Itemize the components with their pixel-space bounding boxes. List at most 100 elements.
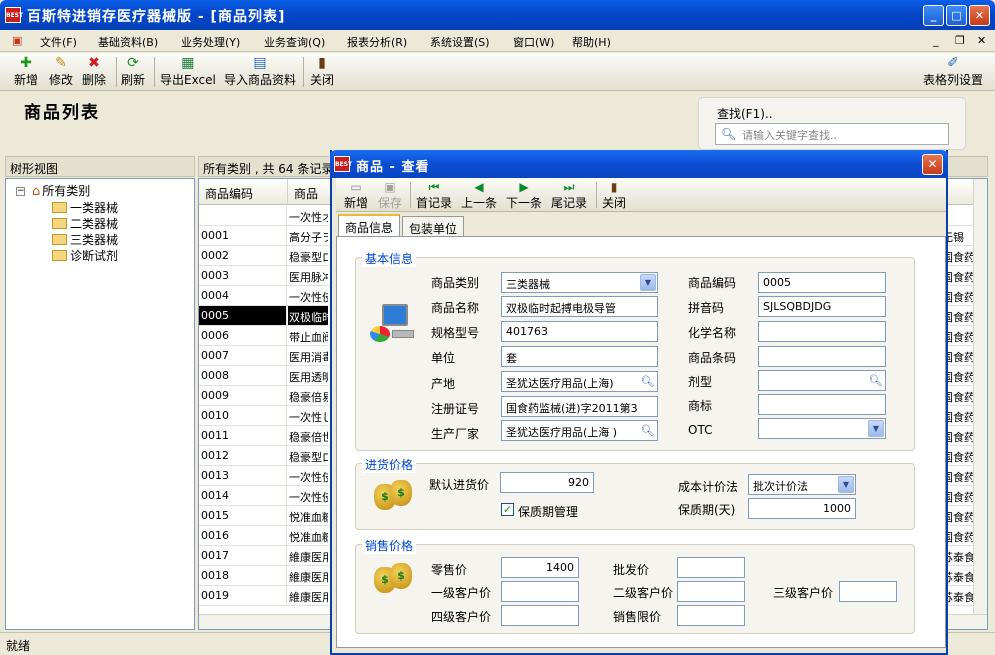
default-purchase-field[interactable]: 920 xyxy=(500,472,594,493)
dialog-new-button[interactable]: ▭ 新增 xyxy=(344,180,368,211)
dialog-close-button[interactable]: ✕ xyxy=(922,154,943,175)
sales-limit-field[interactable] xyxy=(677,605,745,626)
cell-name: 維康医用 xyxy=(289,551,328,564)
menu-settings[interactable]: 系统设置(S) xyxy=(430,34,490,50)
level1-price-field[interactable] xyxy=(501,581,579,602)
tree-root[interactable]: ⌂ 所有类别 xyxy=(32,182,90,199)
last-arrow-icon: ⏭ xyxy=(563,180,575,194)
retail-price-field[interactable]: 1400 xyxy=(501,557,579,578)
origin-label: 产地 xyxy=(431,377,456,391)
money-bag-icon: $ $ xyxy=(374,480,416,518)
tree-expander[interactable]: − xyxy=(16,187,25,196)
category-select[interactable]: 三类器械 ▼ xyxy=(501,272,658,293)
dialog-save-button[interactable]: ▣ 保存 xyxy=(378,180,402,211)
maker-field[interactable]: 圣犹达医疗用品(上海 ) 🔍︎ xyxy=(501,420,658,441)
otc-select[interactable]: ▼ xyxy=(758,418,886,439)
export-excel-button[interactable]: ▦ 导出Excel xyxy=(160,55,216,88)
spec-field[interactable]: 401763 xyxy=(501,321,658,342)
cell-code: 0006 xyxy=(199,326,287,345)
cell-code: 0004 xyxy=(199,286,287,305)
sales-limit-label: 销售限价 xyxy=(613,610,662,624)
shelf-life-checkbox[interactable]: ✓ xyxy=(501,503,514,516)
search-input[interactable]: 请输入关键字查找.. xyxy=(715,123,949,145)
chem-name-field[interactable] xyxy=(758,321,886,342)
tree-item[interactable]: 诊断试剂 xyxy=(52,247,118,264)
tab-product-info[interactable]: 商品信息 xyxy=(338,214,401,237)
reg-number-field[interactable]: 国食药监械(进)字2011第3 xyxy=(501,396,658,417)
maximize-button[interactable]: □ xyxy=(946,5,967,26)
folder-icon xyxy=(52,250,67,261)
new-doc-icon: ▭ xyxy=(350,180,362,194)
mdi-restore-icon[interactable]: ❐ xyxy=(955,34,965,47)
search-panel: 查找(F1).. 请输入关键字查找.. 🔍︎ xyxy=(698,97,966,150)
menu-help[interactable]: 帮助(H) xyxy=(572,34,611,50)
barcode-field[interactable] xyxy=(758,346,886,367)
tree-item[interactable]: 一类器械 xyxy=(52,199,118,216)
dialog-titlebar: BEST 商品 - 查看 ✕ xyxy=(330,150,948,178)
cell-code: 0017 xyxy=(199,546,287,565)
wholesale-price-field[interactable] xyxy=(677,557,745,578)
mdi-close-icon[interactable]: ✕ xyxy=(977,34,986,47)
cell-name: 一次性伎 xyxy=(289,491,328,504)
edit-button[interactable]: ✎ 修改 xyxy=(49,55,73,88)
menu-business[interactable]: 业务处理(Y) xyxy=(181,34,240,50)
lookup-icon[interactable]: 🔍︎ xyxy=(639,373,656,390)
cost-method-label: 成本计价法 xyxy=(678,480,739,494)
tree-item[interactable]: 三类器械 xyxy=(52,231,118,248)
new-button[interactable]: ✚ 新增 xyxy=(14,55,38,88)
close-button[interactable]: ▮ 关闭 xyxy=(310,55,334,88)
tab-packaging-unit[interactable]: 包装单位 xyxy=(402,216,465,237)
form-field[interactable]: 🔍︎ xyxy=(758,370,886,391)
cost-method-select[interactable]: 批次计价法 ▼ xyxy=(748,474,856,495)
close-window-button[interactable]: ✕ xyxy=(969,5,990,26)
cell-name: 一次性オ xyxy=(289,211,328,224)
menu-query[interactable]: 业务查询(Q) xyxy=(264,34,325,50)
next-record-button[interactable]: ▶ 下一条 xyxy=(506,180,542,211)
brand-field[interactable] xyxy=(758,394,886,415)
lookup-icon[interactable]: 🔍︎ xyxy=(639,422,656,439)
vertical-scrollbar[interactable] xyxy=(973,179,987,614)
pinyin-field[interactable]: SJLSQBDJDG xyxy=(758,296,886,317)
folder-icon xyxy=(52,202,67,213)
cell-name: 带止血阀 xyxy=(289,331,328,344)
mdi-minimize-icon[interactable]: _ xyxy=(933,34,939,47)
category-label: 商品类别 xyxy=(431,276,480,290)
lookup-icon[interactable]: 🔍︎ xyxy=(867,372,884,389)
menu-basic-data[interactable]: 基础资料(B) xyxy=(98,34,158,50)
level2-price-field[interactable] xyxy=(677,581,745,602)
prev-record-button[interactable]: ◀ 上一条 xyxy=(461,180,497,211)
unit-field[interactable]: 套 xyxy=(501,346,658,367)
origin-field[interactable]: 圣犹达医疗用品(上海) 🔍︎ xyxy=(501,371,658,392)
dialog-close-tool-button[interactable]: ▮ 关闭 xyxy=(602,180,626,211)
cell-code: 0010 xyxy=(199,406,287,425)
menu-file[interactable]: 文件(F) xyxy=(40,34,77,50)
delete-button[interactable]: ✖ 删除 xyxy=(82,55,106,88)
level3-price-field[interactable] xyxy=(839,581,897,602)
last-record-button[interactable]: ⏭ 尾记录 xyxy=(551,180,587,211)
name-field[interactable]: 双极临时起搏电极导管 xyxy=(501,296,658,317)
menu-window[interactable]: 窗口(W) xyxy=(513,34,554,50)
chevron-down-icon[interactable]: ▼ xyxy=(838,476,854,493)
chevron-down-icon[interactable]: ▼ xyxy=(640,274,656,291)
cell-code: 0014 xyxy=(199,486,287,505)
product-dialog: BEST 商品 - 查看 ✕ ▭ 新增 ▣ 保存 ⏮ 首记录 ◀ 上一条 ▶ 下一条 ⏭ 尾… xyxy=(330,150,948,655)
column-header-code[interactable]: 商品编码 xyxy=(199,179,288,205)
chevron-down-icon[interactable]: ▼ xyxy=(868,420,884,437)
refresh-button[interactable]: ⟳ 刷新 xyxy=(121,55,145,88)
minimize-button[interactable]: _ xyxy=(923,5,944,26)
pencil-icon: ✎ xyxy=(55,55,67,71)
column-settings-button[interactable]: ✐ 表格列设置 xyxy=(923,55,983,88)
mdi-icon[interactable]: ▣ xyxy=(12,34,22,47)
code-field[interactable]: 0005 xyxy=(758,272,886,293)
level4-price-label: 四级客户价 xyxy=(431,610,492,624)
dialog-tabs: 商品信息 包装单位 xyxy=(336,214,946,237)
home-icon: ⌂ xyxy=(32,184,41,199)
tree-item[interactable]: 二类器械 xyxy=(52,215,118,232)
shelf-life-days-field[interactable]: 1000 xyxy=(748,498,856,519)
cell-name: 一次性伎 xyxy=(289,291,328,304)
first-record-button[interactable]: ⏮ 首记录 xyxy=(416,180,452,211)
level3-price-label: 三级客户价 xyxy=(773,586,834,600)
level4-price-field[interactable] xyxy=(501,605,579,626)
import-button[interactable]: ▤ 导入商品资料 xyxy=(224,55,296,88)
menu-report[interactable]: 报表分析(R) xyxy=(347,34,407,50)
